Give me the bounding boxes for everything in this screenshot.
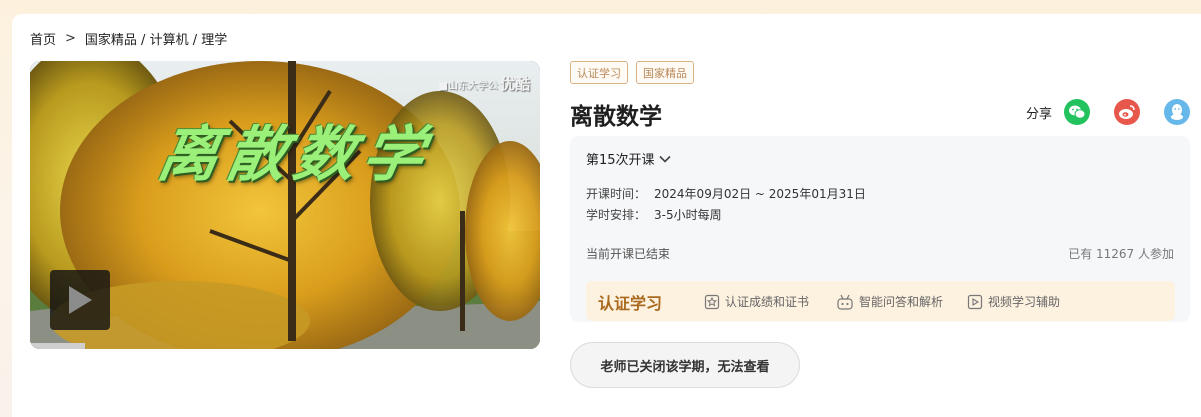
- share-label: 分享: [1025, 106, 1052, 122]
- course-time-row: 开课时间： 2024年09月02日 ~ 2025年01月31日: [586, 185, 866, 202]
- certification-title: 认证学习: [598, 294, 663, 313]
- robot-icon: [837, 294, 853, 310]
- breadcrumb-separator: >: [65, 31, 76, 46]
- page: 首页 > 国家精品 / 计算机 / 理学 离散数学 ■山东大学公 优酷 认证学习…: [0, 0, 1201, 417]
- watermark-brand: 优酷: [499, 75, 530, 93]
- term-status: 当前开课已结束: [586, 247, 671, 261]
- feature-certificate: 认证成绩和证书: [704, 293, 809, 310]
- qq-share-icon[interactable]: [1164, 99, 1190, 125]
- schedule-value: 3-5小时每周: [654, 208, 722, 222]
- share-bar: 分享: [1026, 99, 1190, 125]
- schedule-row: 学时安排： 3-5小时每周: [586, 206, 722, 223]
- term-info-box: 第15次开课 开课时间： 2024年09月02日 ~ 2025年01月31日 学时…: [570, 136, 1190, 322]
- term-closed-button[interactable]: 老师已关闭该学期，无法查看: [570, 342, 800, 388]
- certification-bar[interactable]: 认证学习 认证成绩和证书 智能问答和解析 视频学习辅助: [586, 281, 1175, 321]
- video-player[interactable]: 离散数学 ■山东大学公 优酷: [30, 61, 540, 349]
- wechat-share-icon[interactable]: [1064, 99, 1090, 125]
- feature-ai-qa-label: 智能问答和解析: [859, 295, 944, 309]
- chevron-down-icon: [658, 155, 671, 163]
- feature-video-assist: 视频学习辅助: [967, 293, 1060, 310]
- feature-certificate-label: 认证成绩和证书: [725, 295, 810, 309]
- tag-certified-learning: 认证学习: [570, 61, 628, 84]
- course-time-value: 2024年09月02日 ~ 2025年01月31日: [654, 187, 866, 201]
- weibo-icon: [1119, 105, 1135, 119]
- course-tags: 认证学习 国家精品: [570, 61, 1190, 84]
- qq-icon: [1171, 104, 1183, 120]
- play-button[interactable]: [50, 270, 110, 330]
- certificate-icon: [704, 294, 720, 309]
- play-icon: [69, 286, 92, 314]
- term-label: 第15次开课: [586, 153, 655, 168]
- tag-national-quality: 国家精品: [636, 61, 694, 84]
- course-time-label: 开课时间：: [586, 187, 647, 201]
- breadcrumb-home[interactable]: 首页: [30, 29, 56, 48]
- feature-video-assist-label: 视频学习辅助: [988, 295, 1061, 309]
- wechat-icon: [1069, 105, 1086, 119]
- weibo-share-icon[interactable]: [1114, 99, 1140, 125]
- video-overlay-title: 离散数学: [152, 120, 438, 190]
- course-header-card: 首页 > 国家精品 / 计算机 / 理学 离散数学 ■山东大学公 优酷 认证学习…: [12, 14, 1201, 417]
- course-info-panel: 认证学习 国家精品 离散数学 分享 第15次开课 开课时间： 2024年09月0…: [570, 61, 1190, 388]
- feature-ai-qa: 智能问答和解析: [836, 293, 943, 310]
- participant-count: 已有 11267 人参加: [1068, 247, 1174, 261]
- video-watermark: ■山东大学公 优酷: [439, 73, 530, 94]
- video-icon: [967, 294, 983, 309]
- breadcrumb: 首页 > 国家精品 / 计算机 / 理学: [30, 29, 227, 48]
- breadcrumb-category-path[interactable]: 国家精品 / 计算机 / 理学: [85, 29, 227, 48]
- course-title: 离散数学: [570, 104, 662, 130]
- watermark-text: ■山东大学公: [438, 81, 498, 92]
- term-selector[interactable]: 第15次开课: [586, 149, 671, 168]
- schedule-label: 学时安排：: [586, 208, 647, 222]
